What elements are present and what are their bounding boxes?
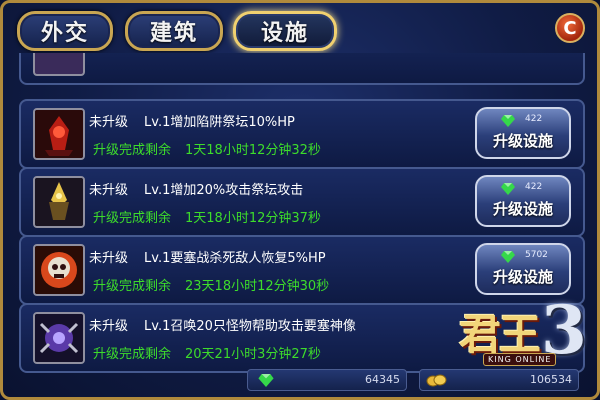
facility-icon: [33, 53, 85, 76]
upgrade-status: 未升级: [89, 115, 129, 130]
tab-facilities[interactable]: 设施: [233, 11, 337, 51]
skull-icon: [33, 244, 85, 296]
tab-buildings[interactable]: 建筑: [125, 11, 223, 51]
gem-icon: [258, 374, 274, 387]
gem-cost: 422: [525, 114, 543, 124]
gold-altar-icon: [33, 176, 85, 228]
facility-description: Lv.1召唤20只怪物帮助攻击要塞神像: [144, 319, 356, 334]
logo-subtitle: KING ONLINE: [483, 353, 557, 366]
upgrade-button-label: 升级设施: [492, 132, 553, 150]
timer-label: 升级完成剩余: [93, 279, 172, 294]
gem-icon: [501, 183, 515, 195]
gem-cost: 5702: [525, 250, 548, 260]
timer-label: 升级完成剩余: [93, 143, 172, 158]
upgrade-facility-button[interactable]: 422 升级设施: [475, 107, 571, 159]
summon-statue-icon: [33, 312, 85, 364]
upgrade-button-label: 升级设施: [492, 268, 553, 286]
list-item-partial: [19, 53, 585, 85]
upgrade-status: 未升级: [89, 183, 129, 198]
facility-description: Lv.1增加陷阱祭坛10%HP: [144, 115, 295, 130]
facility-description: Lv.1要塞战杀死敌人恢复5%HP: [144, 251, 326, 266]
list-item: 未升级 Lv.1增加20%攻击祭坛攻击 升级完成剩余 1天18小时12分钟37秒 4…: [19, 167, 585, 237]
close-button[interactable]: C: [555, 13, 585, 43]
gold-coins-icon: [426, 374, 447, 387]
gem-balance-bar: 64345: [247, 369, 407, 391]
upgrade-status: 未升级: [89, 251, 129, 266]
red-altar-icon: [33, 108, 85, 160]
list-item: 未升级 Lv.1增加陷阱祭坛10%HP 升级完成剩余 1天18小时12分钟32秒 4…: [19, 99, 585, 169]
timer-value: 1天18小时12分钟37秒: [185, 211, 321, 226]
upgrade-facility-button[interactable]: 5702 升级设施: [475, 243, 571, 295]
upgrade-button-label: 升级设施: [492, 200, 553, 218]
gem-balance: 64345: [365, 373, 400, 386]
game-logo: 君王 3 KING ONLINE: [453, 291, 593, 383]
upgrade-status: 未升级: [89, 319, 129, 334]
gem-icon: [501, 251, 515, 263]
gem-icon: [501, 115, 515, 127]
facility-panel: 外交 建筑 设施 C 未升级 Lv.1增加陷阱祭坛10%HP 升级完成剩余 1天18…: [0, 0, 600, 400]
facility-description: Lv.1增加20%攻击祭坛攻击: [144, 183, 304, 198]
timer-label: 升级完成剩余: [93, 347, 172, 362]
gem-cost: 422: [525, 182, 543, 192]
tab-diplomacy[interactable]: 外交: [17, 11, 113, 51]
close-icon: C: [563, 17, 577, 39]
timer-value: 23天18小时12分钟30秒: [185, 279, 330, 294]
upgrade-facility-button[interactable]: 422 升级设施: [475, 175, 571, 227]
timer-label: 升级完成剩余: [93, 211, 172, 226]
timer-value: 20天21小时3分钟27秒: [185, 347, 321, 362]
timer-value: 1天18小时12分钟32秒: [185, 143, 321, 158]
